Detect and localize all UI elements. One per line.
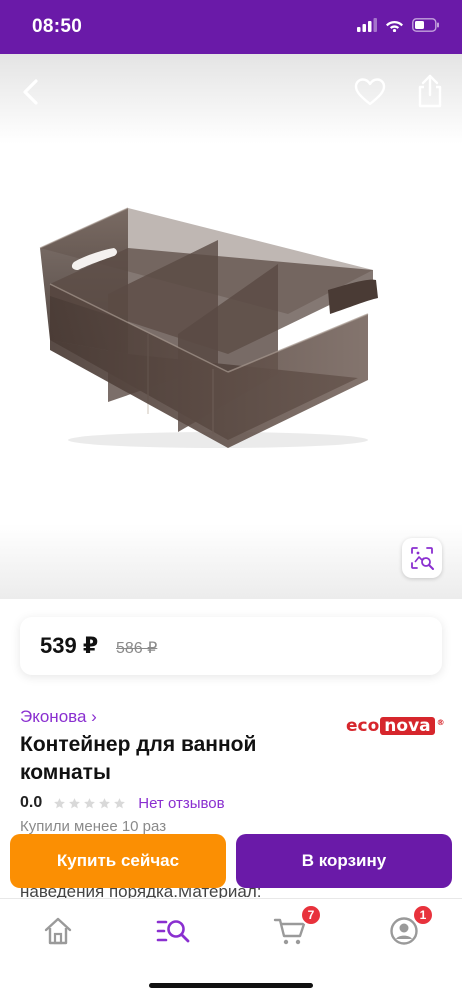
cart-badge: 7 bbox=[300, 904, 322, 926]
tab-catalog[interactable] bbox=[153, 913, 193, 949]
product-gallery[interactable] bbox=[0, 54, 462, 599]
favorite-button[interactable] bbox=[352, 74, 388, 110]
star-icon bbox=[69, 797, 81, 808]
brand-link[interactable]: Эконова › bbox=[20, 707, 97, 727]
logo-reg: ® bbox=[436, 717, 445, 727]
home-indicator bbox=[149, 983, 313, 988]
star-icon bbox=[84, 797, 96, 808]
tab-home[interactable] bbox=[38, 913, 78, 949]
tab-cart[interactable]: 7 bbox=[270, 904, 322, 949]
status-bar: 08:50 bbox=[0, 0, 462, 54]
price-current: 539 ₽ bbox=[40, 633, 99, 658]
tab-profile[interactable]: 1 bbox=[384, 904, 434, 949]
share-button[interactable] bbox=[412, 72, 448, 110]
chevron-left-icon bbox=[23, 79, 38, 105]
price-old: 586 ₽ bbox=[116, 640, 158, 657]
home-icon bbox=[44, 917, 72, 945]
product-photo[interactable] bbox=[28, 204, 388, 454]
rating-value: 0.0 bbox=[20, 794, 43, 811]
reviews-link[interactable]: Нет отзывов bbox=[138, 795, 224, 812]
logo-eco: eco bbox=[346, 716, 380, 736]
profile-badge: 1 bbox=[412, 904, 434, 926]
status-icons bbox=[357, 18, 440, 32]
image-search-icon bbox=[411, 547, 434, 570]
star-icon bbox=[54, 797, 66, 808]
add-to-cart-button[interactable]: В корзину bbox=[236, 834, 452, 888]
purchase-count: Купили менее 10 раз bbox=[20, 818, 167, 835]
price-card: 539 ₽ 586 ₽ bbox=[20, 617, 442, 675]
signal-icon bbox=[357, 18, 377, 32]
star-icon bbox=[114, 797, 126, 808]
brand-logo[interactable]: eco nova ® bbox=[346, 716, 445, 736]
battery-icon bbox=[412, 18, 439, 32]
rating-stars bbox=[53, 797, 126, 810]
back-button[interactable] bbox=[14, 74, 50, 110]
share-icon bbox=[418, 74, 442, 108]
visual-search-button[interactable] bbox=[402, 538, 442, 578]
star-icon bbox=[99, 797, 111, 808]
wifi-icon bbox=[386, 21, 403, 32]
buy-now-button[interactable]: Купить сейчас bbox=[10, 834, 226, 888]
catalog-search-icon bbox=[156, 920, 190, 943]
logo-nova: nova bbox=[380, 717, 435, 735]
product-title: Контейнер для ванной комнаты bbox=[20, 733, 257, 784]
status-time: 08:50 bbox=[32, 16, 83, 37]
heart-icon bbox=[354, 78, 386, 106]
rating-row[interactable]: 0.0 Нет отзывов bbox=[20, 794, 225, 812]
